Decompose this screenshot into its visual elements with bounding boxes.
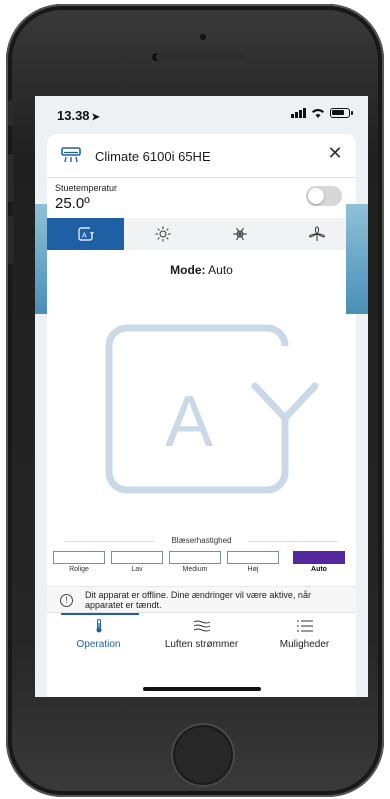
power-toggle[interactable]: [306, 186, 342, 206]
bottom-navigation: Operation Luften strømmer Muligheder: [47, 612, 356, 656]
fan-speed-lav[interactable]: Lav: [111, 551, 163, 573]
list-icon: [296, 620, 313, 632]
thermometer-icon: [96, 619, 101, 633]
nav-item-options[interactable]: Muligheder: [253, 613, 356, 656]
fan-speed-box: [169, 551, 221, 564]
fan-speed-label: Lav: [131, 566, 143, 573]
fan-speed-label: Høj: [247, 566, 259, 573]
volume-down-button: [8, 216, 14, 264]
battery-icon: [330, 108, 353, 118]
phone-frame: 13.38 ➤ Climate 6100i 65HE ✕ Stuetempera…: [6, 4, 384, 797]
offline-notice: ! Dit apparat er offline. Dine ændringer…: [47, 586, 356, 612]
home-button[interactable]: [171, 723, 235, 787]
nav-item-airflow[interactable]: Luften strømmer: [150, 613, 253, 656]
volume-up-button: [8, 154, 14, 202]
nav-label: Muligheder: [279, 639, 330, 650]
fan-icon: [309, 226, 326, 241]
fan-speed-label: Auto: [311, 566, 327, 573]
nav-label: Luften strømmer: [164, 639, 239, 650]
home-indicator[interactable]: [143, 687, 261, 691]
sheet-header: Climate 6100i 65HE ✕: [47, 134, 356, 178]
status-icons: [291, 108, 353, 118]
status-bar: 13.38 ➤: [35, 96, 368, 126]
fan-speed-auto[interactable]: Auto: [293, 551, 345, 573]
location-icon: ➤: [91, 112, 100, 123]
status-time: 13.38 ➤: [57, 108, 100, 123]
nav-label: Operation: [76, 639, 121, 650]
fan-speed-rolige[interactable]: Rolige: [53, 551, 105, 573]
mode-label: Mode:: [170, 263, 206, 277]
screen: 13.38 ➤ Climate 6100i 65HE ✕ Stuetempera…: [35, 96, 368, 697]
device-title: Climate 6100i 65HE: [95, 149, 211, 164]
cellular-signal-icon: [291, 108, 306, 118]
airflow-icon: [193, 620, 210, 632]
device-sheet: Climate 6100i 65HE ✕ Stuetemperatur 25.0…: [47, 134, 356, 697]
fan-speed-medium[interactable]: Medium: [169, 551, 221, 573]
room-temperature-label: Stuetemperatur: [55, 183, 118, 193]
room-temperature-value: 25.0º: [55, 195, 90, 212]
auto-mode-graphic: A: [105, 324, 319, 494]
fan-speed-options: Rolige Lav Medium Høj Auto: [53, 551, 353, 573]
sun-icon: [155, 226, 171, 242]
info-icon: !: [60, 594, 73, 607]
fan-speed-title: Blæserhastighed: [47, 536, 356, 545]
fan-speed-label: Rolige: [69, 566, 89, 573]
close-icon[interactable]: ✕: [326, 144, 344, 162]
front-sensor: [200, 34, 206, 40]
snowflake-icon: [233, 227, 248, 241]
air-conditioner-icon: [61, 147, 81, 163]
auto-mode-letter: A: [165, 382, 213, 462]
mode-value: Auto: [208, 263, 233, 277]
wifi-icon: [312, 109, 324, 118]
nav-item-operation[interactable]: Operation: [47, 613, 150, 656]
tab-mode-cool[interactable]: [202, 218, 279, 250]
offline-notice-text: Dit apparat er offline. Dine ændringer v…: [85, 590, 311, 610]
fan-speed-box: [227, 551, 279, 564]
tab-mode-fan[interactable]: [279, 218, 356, 250]
fan-speed-box: [111, 551, 163, 564]
tab-mode-heat[interactable]: [124, 218, 201, 250]
toggle-knob: [308, 188, 324, 204]
tab-mode-auto[interactable]: A: [47, 218, 125, 250]
earpiece-speaker: [156, 53, 246, 61]
mode-tabs: A: [47, 218, 356, 250]
fan-speed-box: [53, 551, 105, 564]
mode-indicator: Mode: Auto: [47, 263, 356, 277]
fan-speed-label: Medium: [182, 566, 208, 573]
fan-speed-box: [293, 551, 345, 564]
fan-speed-hoj[interactable]: Høj: [227, 551, 279, 573]
mute-switch: [8, 100, 14, 126]
auto-mode-icon: A: [78, 227, 94, 241]
svg-text:A: A: [82, 233, 87, 240]
